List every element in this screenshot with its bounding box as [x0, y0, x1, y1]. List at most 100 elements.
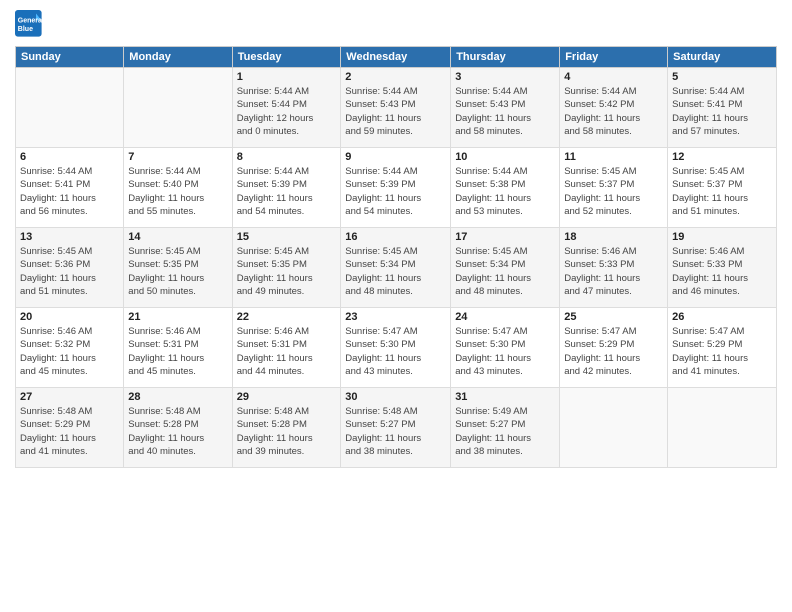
day-cell: 23 Sunrise: 5:47 AM Sunset: 5:30 PM Dayli…: [341, 308, 451, 388]
day-info: Sunrise: 5:48 AM Sunset: 5:29 PM Dayligh…: [20, 405, 119, 458]
day-info: Sunrise: 5:44 AM Sunset: 5:38 PM Dayligh…: [455, 165, 555, 218]
week-row-2: 6 Sunrise: 5:44 AM Sunset: 5:41 PM Daylig…: [16, 148, 777, 228]
day-number: 23: [345, 311, 446, 323]
day-cell: [560, 388, 668, 468]
header: General Blue: [15, 10, 777, 38]
logo: General Blue: [15, 10, 47, 38]
day-cell: 1Sunrise: 5:44 AM Sunset: 5:44 PM Daylig…: [232, 68, 341, 148]
day-info: Sunrise: 5:44 AM Sunset: 5:39 PM Dayligh…: [345, 165, 446, 218]
day-info: Sunrise: 5:44 AM Sunset: 5:41 PM Dayligh…: [20, 165, 119, 218]
day-number: 27: [20, 391, 119, 403]
day-info: Sunrise: 5:44 AM Sunset: 5:42 PM Dayligh…: [564, 85, 663, 138]
day-number: 22: [237, 311, 337, 323]
day-number: 24: [455, 311, 555, 323]
day-info: Sunrise: 5:46 AM Sunset: 5:32 PM Dayligh…: [20, 325, 119, 378]
day-info: Sunrise: 5:48 AM Sunset: 5:28 PM Dayligh…: [128, 405, 227, 458]
day-info: Sunrise: 5:46 AM Sunset: 5:33 PM Dayligh…: [672, 245, 772, 298]
day-number: 11: [564, 151, 663, 163]
day-info: Sunrise: 5:49 AM Sunset: 5:27 PM Dayligh…: [455, 405, 555, 458]
day-number: 19: [672, 231, 772, 243]
day-cell: 5 Sunrise: 5:44 AM Sunset: 5:41 PM Daylig…: [668, 68, 777, 148]
day-info: Sunrise: 5:45 AM Sunset: 5:37 PM Dayligh…: [672, 165, 772, 218]
day-number: 30: [345, 391, 446, 403]
day-info: Sunrise: 5:46 AM Sunset: 5:31 PM Dayligh…: [128, 325, 227, 378]
day-cell: 2 Sunrise: 5:44 AM Sunset: 5:43 PM Daylig…: [341, 68, 451, 148]
day-number: 1: [237, 71, 337, 83]
day-info: Sunrise: 5:45 AM Sunset: 5:37 PM Dayligh…: [564, 165, 663, 218]
weekday-header-row: SundayMondayTuesdayWednesdayThursdayFrid…: [16, 47, 777, 68]
svg-text:General: General: [18, 18, 43, 25]
day-cell: 25 Sunrise: 5:47 AM Sunset: 5:29 PM Dayli…: [560, 308, 668, 388]
weekday-header-sunday: Sunday: [16, 47, 124, 68]
day-cell: 29 Sunrise: 5:48 AM Sunset: 5:28 PM Dayli…: [232, 388, 341, 468]
day-number: 3: [455, 71, 555, 83]
day-number: 18: [564, 231, 663, 243]
day-number: 14: [128, 231, 227, 243]
day-info: Sunrise: 5:44 AM Sunset: 5:39 PM Dayligh…: [237, 165, 337, 218]
day-cell: 22 Sunrise: 5:46 AM Sunset: 5:31 PM Dayli…: [232, 308, 341, 388]
day-number: 9: [345, 151, 446, 163]
day-cell: 16 Sunrise: 5:45 AM Sunset: 5:34 PM Dayli…: [341, 228, 451, 308]
day-number: 16: [345, 231, 446, 243]
svg-text:Blue: Blue: [18, 26, 33, 33]
day-cell: 14 Sunrise: 5:45 AM Sunset: 5:35 PM Dayli…: [124, 228, 232, 308]
weekday-header-monday: Monday: [124, 47, 232, 68]
day-info: Sunrise: 5:44 AM Sunset: 5:43 PM Dayligh…: [345, 85, 446, 138]
day-info: Sunrise: 5:46 AM Sunset: 5:33 PM Dayligh…: [564, 245, 663, 298]
day-cell: 11 Sunrise: 5:45 AM Sunset: 5:37 PM Dayli…: [560, 148, 668, 228]
week-row-1: 1Sunrise: 5:44 AM Sunset: 5:44 PM Daylig…: [16, 68, 777, 148]
week-row-3: 13Sunrise: 5:45 AM Sunset: 5:36 PM Dayli…: [16, 228, 777, 308]
day-cell: 28Sunrise: 5:48 AM Sunset: 5:28 PM Dayli…: [124, 388, 232, 468]
day-info: Sunrise: 5:44 AM Sunset: 5:41 PM Dayligh…: [672, 85, 772, 138]
day-info: Sunrise: 5:45 AM Sunset: 5:34 PM Dayligh…: [455, 245, 555, 298]
day-cell: [16, 68, 124, 148]
day-cell: [668, 388, 777, 468]
day-number: 25: [564, 311, 663, 323]
day-cell: 6 Sunrise: 5:44 AM Sunset: 5:41 PM Daylig…: [16, 148, 124, 228]
day-number: 6: [20, 151, 119, 163]
day-cell: 30Sunrise: 5:48 AM Sunset: 5:27 PM Dayli…: [341, 388, 451, 468]
day-number: 21: [128, 311, 227, 323]
day-cell: 20 Sunrise: 5:46 AM Sunset: 5:32 PM Dayli…: [16, 308, 124, 388]
day-cell: 9 Sunrise: 5:44 AM Sunset: 5:39 PM Daylig…: [341, 148, 451, 228]
day-cell: 13Sunrise: 5:45 AM Sunset: 5:36 PM Dayli…: [16, 228, 124, 308]
day-number: 2: [345, 71, 446, 83]
day-number: 4: [564, 71, 663, 83]
day-cell: 24 Sunrise: 5:47 AM Sunset: 5:30 PM Dayli…: [451, 308, 560, 388]
day-number: 26: [672, 311, 772, 323]
day-cell: 7 Sunrise: 5:44 AM Sunset: 5:40 PM Daylig…: [124, 148, 232, 228]
day-info: Sunrise: 5:48 AM Sunset: 5:28 PM Dayligh…: [237, 405, 337, 458]
week-row-5: 27 Sunrise: 5:48 AM Sunset: 5:29 PM Dayli…: [16, 388, 777, 468]
week-row-4: 20 Sunrise: 5:46 AM Sunset: 5:32 PM Dayli…: [16, 308, 777, 388]
day-cell: 15Sunrise: 5:45 AM Sunset: 5:35 PM Dayli…: [232, 228, 341, 308]
day-info: Sunrise: 5:44 AM Sunset: 5:40 PM Dayligh…: [128, 165, 227, 218]
day-cell: 18 Sunrise: 5:46 AM Sunset: 5:33 PM Dayli…: [560, 228, 668, 308]
day-number: 31: [455, 391, 555, 403]
day-number: 17: [455, 231, 555, 243]
day-info: Sunrise: 5:45 AM Sunset: 5:34 PM Dayligh…: [345, 245, 446, 298]
day-cell: 17 Sunrise: 5:45 AM Sunset: 5:34 PM Dayli…: [451, 228, 560, 308]
day-cell: 19 Sunrise: 5:46 AM Sunset: 5:33 PM Dayli…: [668, 228, 777, 308]
day-cell: 21 Sunrise: 5:46 AM Sunset: 5:31 PM Dayli…: [124, 308, 232, 388]
day-info: Sunrise: 5:47 AM Sunset: 5:29 PM Dayligh…: [564, 325, 663, 378]
day-number: 5: [672, 71, 772, 83]
day-info: Sunrise: 5:47 AM Sunset: 5:30 PM Dayligh…: [455, 325, 555, 378]
day-cell: 26Sunrise: 5:47 AM Sunset: 5:29 PM Dayli…: [668, 308, 777, 388]
day-info: Sunrise: 5:46 AM Sunset: 5:31 PM Dayligh…: [237, 325, 337, 378]
day-info: Sunrise: 5:45 AM Sunset: 5:35 PM Dayligh…: [128, 245, 227, 298]
day-number: 7: [128, 151, 227, 163]
day-number: 13: [20, 231, 119, 243]
weekday-header-saturday: Saturday: [668, 47, 777, 68]
day-number: 20: [20, 311, 119, 323]
day-info: Sunrise: 5:45 AM Sunset: 5:35 PM Dayligh…: [237, 245, 337, 298]
day-cell: [124, 68, 232, 148]
day-number: 29: [237, 391, 337, 403]
weekday-header-friday: Friday: [560, 47, 668, 68]
logo-icon: General Blue: [15, 10, 43, 38]
day-cell: 10 Sunrise: 5:44 AM Sunset: 5:38 PM Dayli…: [451, 148, 560, 228]
calendar-table: SundayMondayTuesdayWednesdayThursdayFrid…: [15, 46, 777, 468]
day-cell: 31 Sunrise: 5:49 AM Sunset: 5:27 PM Dayli…: [451, 388, 560, 468]
day-number: 12: [672, 151, 772, 163]
day-info: Sunrise: 5:47 AM Sunset: 5:30 PM Dayligh…: [345, 325, 446, 378]
day-number: 10: [455, 151, 555, 163]
